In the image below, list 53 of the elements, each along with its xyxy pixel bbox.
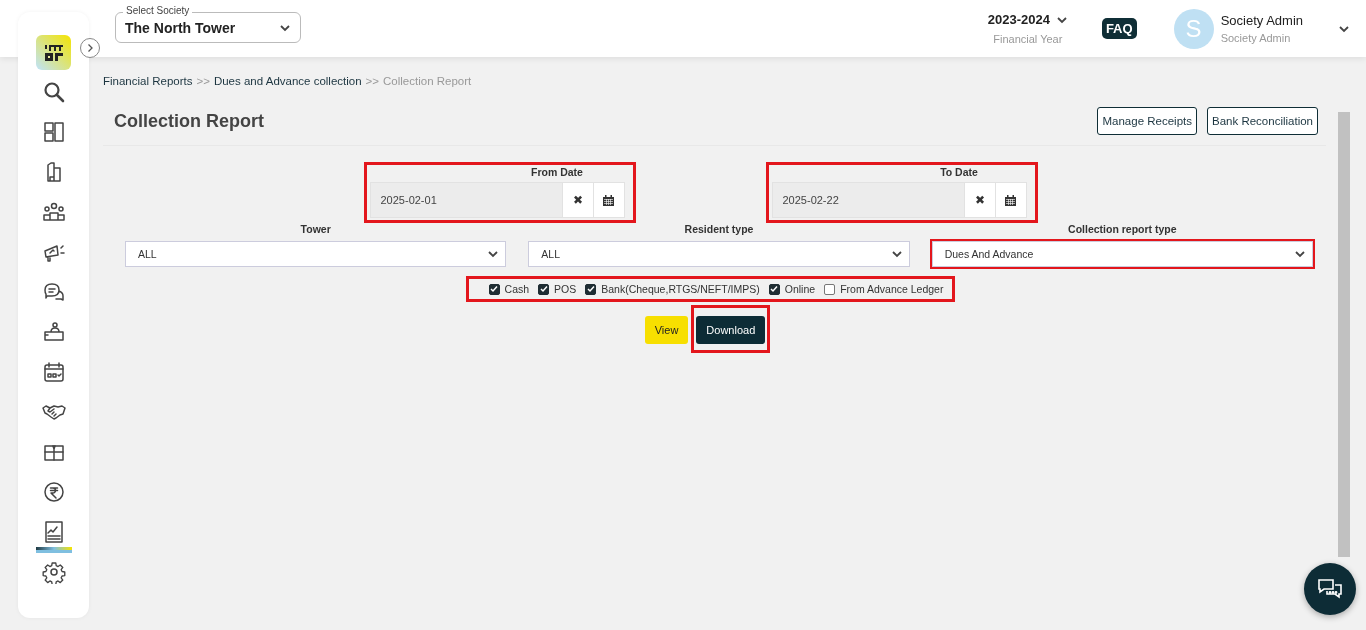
action-button[interactable]: Manage Receipts: [1097, 107, 1197, 135]
search-icon[interactable]: [41, 80, 66, 104]
checkbox-label: POS: [554, 283, 577, 295]
rupee-icon[interactable]: [41, 480, 66, 504]
financial-year-label: Financial Year: [993, 33, 1063, 45]
society-select[interactable]: Select Society The North Tower: [115, 5, 301, 43]
grid-icon[interactable]: [41, 120, 66, 144]
user-name: Society Admin: [1220, 13, 1303, 28]
checkbox[interactable]: [585, 283, 597, 295]
checkbox-label: Bank(Cheque,RTGS/NEFT/IMPS): [601, 283, 760, 295]
scrollbar-thumb[interactable]: [1338, 112, 1350, 557]
chat-button[interactable]: [1304, 563, 1356, 615]
user-role: Society Admin: [1220, 32, 1292, 44]
filter-select[interactable]: ALL: [125, 241, 507, 267]
gear-icon[interactable]: [41, 560, 66, 584]
page-title: Collection Report: [114, 110, 264, 132]
checkbox-label: From Advance Ledger: [840, 283, 944, 295]
action-button[interactable]: Bank Reconciliation: [1207, 107, 1318, 135]
date-label: To Date: [939, 166, 979, 178]
checkbox[interactable]: [488, 283, 500, 295]
chevron-down-icon: [487, 248, 500, 260]
chat-icon[interactable]: [41, 280, 66, 304]
breadcrumb-link[interactable]: Dues and Advance collection: [213, 75, 362, 87]
chat-bubbles-icon: [1317, 577, 1343, 601]
people-icon[interactable]: [41, 200, 66, 224]
chevron-down-icon: [890, 248, 903, 260]
avatar: S: [1173, 8, 1214, 49]
logo-mark-icon: [42, 42, 65, 63]
view-button[interactable]: View: [644, 316, 689, 344]
checkbox-label: Online: [784, 283, 816, 295]
download-button[interactable]: Download: [696, 316, 766, 344]
checkbox[interactable]: [824, 283, 836, 295]
breadcrumb-link[interactable]: Financial Reports: [103, 75, 193, 87]
filter-label: Collection report type: [1067, 223, 1178, 235]
society-select-value: The North Tower: [125, 19, 236, 36]
breadcrumb-separator: >>: [365, 75, 380, 87]
calendar-icon[interactable]: [41, 360, 66, 384]
date-label: From Date: [530, 166, 584, 178]
checkbox-label: Cash: [504, 283, 530, 295]
breadcrumb-separator: >>: [196, 75, 210, 87]
app-logo[interactable]: [36, 35, 71, 70]
faq-button[interactable]: FAQ: [1101, 18, 1137, 39]
financial-year-select[interactable]: 2023-2024: [987, 12, 1068, 27]
checkbox[interactable]: [538, 283, 550, 295]
chevron-down-icon: [1294, 248, 1306, 260]
chevron-right-icon: [85, 43, 95, 53]
filter-select[interactable]: ALL: [528, 241, 910, 267]
desk-icon[interactable]: [41, 320, 66, 344]
filter-select[interactable]: Dues And Advance: [931, 241, 1313, 267]
filter-label: Resident type: [683, 223, 755, 235]
society-select-label: Select Society: [123, 5, 193, 17]
checkbox[interactable]: [768, 283, 780, 295]
filter-label: Tower: [299, 223, 332, 235]
